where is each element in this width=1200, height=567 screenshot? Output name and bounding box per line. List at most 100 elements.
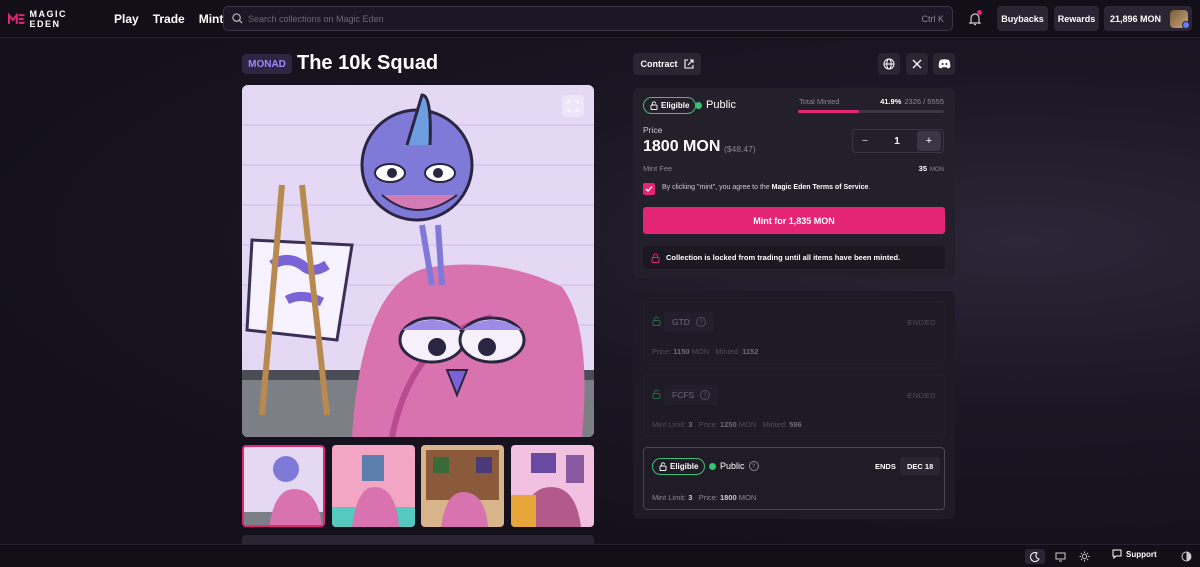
phase-price: 1150 bbox=[673, 347, 690, 356]
trading-lock-notice: Collection is locked from trading until … bbox=[643, 246, 945, 269]
terms-prefix: By clicking "mint", you agree to the bbox=[662, 184, 772, 191]
eligible-badge: Eligible bbox=[652, 458, 706, 475]
phase-ends-label: ENDS bbox=[875, 462, 896, 471]
phase-minted: 596 bbox=[789, 420, 802, 429]
mint-price: 1800 MON bbox=[643, 138, 721, 155]
phase-status: ENDED bbox=[907, 391, 936, 400]
phase-minted-label: Minted: bbox=[762, 420, 788, 429]
terms-suffix: . bbox=[868, 184, 871, 191]
notifications-button[interactable] bbox=[965, 10, 985, 28]
eligible-label: Eligible bbox=[670, 462, 699, 471]
system-mode-button[interactable] bbox=[1050, 549, 1070, 564]
terms-checkbox[interactable] bbox=[643, 183, 655, 195]
phase-label: Public bbox=[706, 99, 736, 111]
support-label: Support bbox=[1126, 549, 1157, 559]
help-icon[interactable]: ? bbox=[695, 317, 706, 327]
buybacks-button[interactable]: Buybacks bbox=[997, 6, 1048, 31]
discord-button[interactable] bbox=[933, 53, 955, 75]
phase-fcfs[interactable]: FCFS ? ENDED Mint Limit: 3 Price: 1250 M… bbox=[643, 374, 945, 437]
contract-button[interactable]: Contract bbox=[633, 53, 701, 75]
terms-text: By clicking "mint", you agree to the Mag… bbox=[662, 184, 870, 191]
phase-price-unit: MON bbox=[738, 420, 757, 429]
phase-price-label: Price: bbox=[698, 420, 718, 429]
dark-mode-button[interactable] bbox=[1025, 549, 1045, 564]
nav-trade[interactable]: Trade bbox=[153, 12, 185, 26]
help-icon[interactable]: ? bbox=[748, 461, 759, 471]
light-mode-button[interactable] bbox=[1074, 549, 1094, 564]
phase-price-unit: MON bbox=[691, 347, 710, 356]
contrast-icon bbox=[1181, 551, 1191, 562]
chain-badge[interactable]: MONAD bbox=[242, 54, 292, 74]
phase-indicator: Public bbox=[695, 99, 736, 111]
contract-label: Contract bbox=[640, 59, 678, 69]
search-icon bbox=[226, 13, 248, 24]
nav-play[interactable]: Play bbox=[114, 12, 139, 26]
phase-name: FCFS bbox=[672, 390, 695, 400]
terms-link[interactable]: Magic Eden Terms of Service bbox=[772, 184, 869, 191]
phase-price-unit: MON bbox=[738, 493, 757, 502]
phase-details: Mint Limit: 3 Price: 1800 MON bbox=[652, 493, 756, 502]
total-minted-percent: 41.9% bbox=[880, 97, 902, 106]
hero-artwork bbox=[242, 85, 594, 437]
theme-toggle-button[interactable] bbox=[1176, 549, 1196, 564]
phase-limit-label: Mint Limit: bbox=[652, 493, 687, 502]
eligible-label: Eligible bbox=[661, 101, 690, 110]
x-icon bbox=[912, 59, 922, 69]
search-shortcut: Ctrl K bbox=[921, 13, 945, 24]
globe-icon bbox=[883, 58, 895, 70]
thumbnail-4-art bbox=[511, 445, 594, 527]
mint-fee: 35 MON bbox=[919, 164, 944, 173]
lock-icon bbox=[652, 316, 661, 326]
thumbnail-3[interactable] bbox=[421, 445, 504, 527]
rewards-button[interactable]: Rewards bbox=[1054, 6, 1099, 31]
phase-name-tag: FCFS ? bbox=[664, 385, 719, 405]
mint-fee-label: Mint Fee bbox=[643, 164, 673, 173]
search-input[interactable] bbox=[248, 13, 922, 24]
thumbnail-1-art bbox=[244, 447, 323, 525]
thumbnail-1[interactable] bbox=[242, 445, 325, 527]
image-thumbnails bbox=[242, 445, 594, 527]
top-navigation: MAGIC EDEN Play Trade Mint Ctrl K Buybac… bbox=[0, 0, 1200, 38]
mint-fee-unit: MON bbox=[930, 167, 944, 173]
x-twitter-button[interactable] bbox=[906, 53, 928, 75]
magic-eden-logo-icon bbox=[8, 12, 25, 24]
chat-icon bbox=[1112, 549, 1122, 559]
lock-icon bbox=[651, 253, 660, 263]
phase-price: 1800 bbox=[719, 493, 737, 502]
search-bar[interactable]: Ctrl K bbox=[223, 6, 953, 31]
increase-quantity-button[interactable]: + bbox=[917, 131, 941, 151]
background bbox=[0, 40, 1200, 543]
wallet-button[interactable]: 21,896 MON bbox=[1104, 6, 1192, 31]
help-icon[interactable]: ? bbox=[700, 390, 711, 400]
expand-icon bbox=[567, 100, 579, 112]
quantity-value[interactable]: 1 bbox=[877, 136, 917, 147]
mint-phases-panel: GTD ? ENDED Price: 1150 MON Minted: 1152… bbox=[633, 291, 955, 519]
wallet-status-badge bbox=[1182, 21, 1190, 29]
sun-icon bbox=[1079, 551, 1089, 562]
price-label: Price bbox=[643, 125, 663, 135]
brand-logo[interactable]: MAGIC EDEN bbox=[8, 9, 100, 29]
expand-image-button[interactable] bbox=[562, 95, 584, 117]
support-button[interactable]: Support bbox=[1112, 549, 1157, 559]
phase-details: Price: 1150 MON Minted: 1152 bbox=[652, 347, 758, 356]
phase-indicator: Public ? bbox=[709, 461, 759, 471]
total-minted-count: 2326 / 5555 bbox=[904, 97, 944, 106]
thumbnail-2-art bbox=[332, 445, 415, 527]
mint-button[interactable]: Mint for 1,835 MON bbox=[643, 207, 945, 234]
phase-limit: 3 bbox=[688, 420, 693, 429]
decrease-quantity-button[interactable]: − bbox=[853, 131, 877, 151]
mint-progress-fill bbox=[798, 110, 860, 113]
website-button[interactable] bbox=[878, 53, 900, 75]
phase-public[interactable]: Eligible Public ? ENDS DEC 18 Mint Limit… bbox=[643, 447, 945, 510]
phase-end-date: DEC 18 bbox=[900, 457, 941, 475]
thumbnail-2[interactable] bbox=[332, 445, 415, 527]
scroll-indicator bbox=[242, 535, 594, 544]
nav-mint[interactable]: Mint bbox=[199, 12, 224, 26]
phase-status: ENDED bbox=[907, 318, 936, 327]
phase-gtd[interactable]: GTD ? ENDED Price: 1150 MON Minted: 1152 bbox=[643, 301, 945, 364]
phase-limit-label: Mint Limit: bbox=[652, 420, 687, 429]
mint-progress-bar bbox=[798, 110, 944, 113]
check-icon bbox=[645, 186, 653, 192]
thumbnail-4[interactable] bbox=[511, 445, 594, 527]
lock-icon bbox=[652, 389, 661, 399]
